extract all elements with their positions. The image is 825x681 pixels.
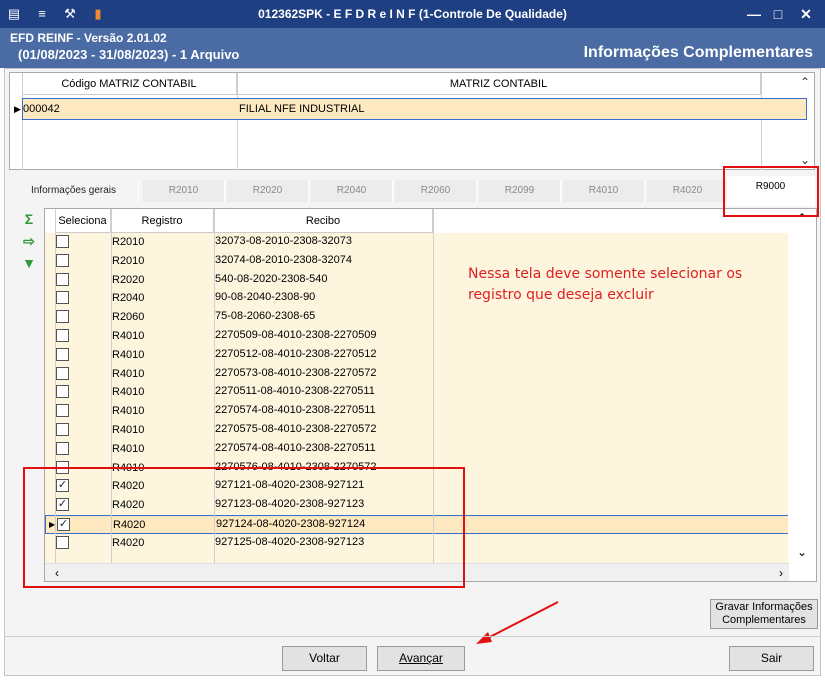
recibo-cell: 32074-08-2010-2308-32074 (215, 253, 353, 266)
window-title: 012362SPK - E F D R e I N F (1-Controle … (258, 7, 567, 21)
window-titlebar: ▤ ≡ ⚒ ▮ 012362SPK - E F D R e I N F (1-C… (0, 0, 825, 28)
annotation-text: Nessa tela deve somente selecionar os re… (468, 266, 743, 303)
grid-toolbar: Σ ⇨ ▼ (20, 210, 40, 276)
table-row[interactable]: R4010 2270574-08-4010-2308-2270511 (45, 402, 789, 421)
version-label: EFD REINF - Versão 2.01.02 (10, 31, 167, 45)
registro-cell: R2010 (112, 254, 145, 267)
gravar-informacoes-button[interactable]: Gravar Informações Complementares (710, 599, 818, 629)
footer-divider (4, 636, 821, 637)
section-title: Informações Complementares (583, 44, 813, 61)
table-row[interactable]: R2060 75-08-2060-2308-65 (45, 308, 789, 327)
export-icon[interactable]: ⇨ (20, 232, 38, 250)
row-checkbox[interactable] (56, 385, 69, 399)
row-checkbox[interactable] (56, 366, 69, 380)
column-header-seleciona[interactable]: Seleciona (55, 209, 111, 233)
tab-r2099[interactable]: R2099 (479, 180, 561, 202)
grid-line (237, 73, 238, 170)
tab-r2010[interactable]: R2010 (143, 180, 225, 202)
tab-r2040[interactable]: R2040 (311, 180, 393, 202)
row-checkbox[interactable] (56, 404, 69, 418)
registro-cell: R4010 (112, 386, 145, 399)
registro-cell: R4010 (112, 367, 145, 380)
recibo-cell: 2270574-08-4010-2308-2270511 (215, 404, 376, 417)
maximize-button[interactable]: □ (768, 5, 788, 23)
registro-cell: R4010 (112, 330, 145, 342)
row-checkbox[interactable] (56, 235, 69, 248)
registro-cell: R2060 (112, 311, 145, 324)
column-header-recibo[interactable]: Recibo (214, 209, 433, 233)
recibo-cell: 2270509-08-4010-2308-2270509 (215, 329, 377, 341)
grid-line (761, 73, 762, 170)
registro-cell: R2020 (112, 273, 145, 286)
recibo-cell: 75-08-2060-2308-65 (215, 310, 316, 323)
scroll-down-icon[interactable]: ⌄ (800, 153, 810, 167)
matriz-cell: FILIAL NFE INDUSTRIAL (239, 103, 365, 115)
recibo-cell: 2270512-08-4010-2308-2270512 (215, 347, 377, 360)
column-header-registro[interactable]: Registro (111, 209, 214, 233)
tab-r4020[interactable]: R4020 (647, 180, 729, 202)
arrow-annotation-icon (476, 601, 559, 644)
vertical-scrollbar[interactable]: ⌃ ⌄ (788, 209, 816, 565)
row-checkbox[interactable] (56, 291, 69, 305)
sum-icon[interactable]: Σ (20, 210, 38, 228)
minimize-button[interactable]: — (744, 5, 764, 23)
page-header: EFD REINF - Versão 2.01.02 (01/08/2023 -… (0, 28, 825, 68)
tab-informacoes-gerais[interactable]: Informações gerais (9, 180, 139, 202)
tab-strip: Informações gerais R2010 R2020 R2040 R20… (9, 176, 817, 206)
selected-rows-highlight (23, 467, 465, 588)
table-row[interactable]: R4010 2270512-08-4010-2308-2270512 (45, 346, 789, 365)
column-header-matriz[interactable]: MATRIZ CONTABIL (237, 73, 761, 95)
row-checkbox[interactable] (56, 272, 69, 286)
table-row[interactable]: R4010 2270511-08-4010-2308-2270511 (45, 383, 789, 402)
table-row[interactable]: 000042 FILIAL NFE INDUSTRIAL (22, 98, 807, 120)
registro-cell: R4010 (112, 405, 145, 418)
scroll-up-icon[interactable]: ⌃ (800, 75, 810, 89)
recibo-cell: 2270574-08-4010-2308-2270511 (215, 441, 376, 454)
period-label: (01/08/2023 - 31/08/2023) - 1 Arquivo (18, 47, 240, 62)
registro-cell: R4010 (112, 424, 145, 436)
row-pointer-icon: ▶ (14, 104, 21, 114)
recibo-cell: 90-08-2040-2308-90 (215, 291, 316, 304)
recibo-cell: 2270573-08-4010-2308-2270572 (215, 366, 377, 379)
registro-cell: R2010 (112, 236, 145, 248)
close-button[interactable]: ✕ (796, 5, 816, 23)
table-row[interactable]: R4010 2270509-08-4010-2308-2270509 (45, 327, 789, 346)
recibo-cell: 32073-08-2010-2308-32073 (215, 235, 353, 247)
row-checkbox[interactable] (56, 423, 69, 436)
matriz-grid[interactable]: Código MATRIZ CONTABIL MATRIZ CONTABIL 0… (9, 72, 815, 170)
sair-button[interactable]: Sair (729, 646, 814, 671)
registro-cell: R4010 (112, 442, 145, 455)
grid-line (22, 73, 23, 170)
table-row[interactable]: R2010 32073-08-2010-2308-32073 (45, 233, 789, 252)
registro-cell: R4010 (112, 348, 145, 361)
recibo-cell: 2270575-08-4010-2308-2270572 (215, 423, 377, 435)
codigo-cell: 000042 (23, 103, 60, 115)
tab-r2020[interactable]: R2020 (227, 180, 309, 202)
voltar-button[interactable]: Voltar (282, 646, 367, 671)
row-checkbox[interactable] (56, 253, 69, 267)
scroll-down-icon[interactable]: ⌄ (797, 545, 807, 559)
recibo-cell: 540-08-2020-2308-540 (215, 272, 328, 285)
tab-r2060[interactable]: R2060 (395, 180, 477, 202)
row-checkbox[interactable] (56, 347, 69, 361)
row-checkbox[interactable] (56, 441, 69, 455)
avancar-button[interactable]: Avançar (377, 646, 465, 671)
column-header-codigo[interactable]: Código MATRIZ CONTABIL (22, 73, 237, 95)
registro-cell: R2040 (112, 292, 145, 305)
filter-icon[interactable]: ▼ (20, 254, 38, 272)
table-row[interactable]: R4010 2270574-08-4010-2308-2270511 (45, 440, 789, 459)
table-row[interactable]: R4010 2270575-08-4010-2308-2270572 (45, 421, 789, 440)
row-checkbox[interactable] (56, 329, 69, 342)
r9000-tab-highlight (723, 166, 819, 217)
table-row[interactable]: R4010 2270573-08-4010-2308-2270572 (45, 365, 789, 384)
tab-r4010[interactable]: R4010 (563, 180, 645, 202)
recibo-cell: 2270511-08-4010-2308-2270511 (215, 385, 375, 398)
row-checkbox[interactable] (56, 310, 69, 324)
scroll-right-icon[interactable]: › (779, 566, 783, 580)
